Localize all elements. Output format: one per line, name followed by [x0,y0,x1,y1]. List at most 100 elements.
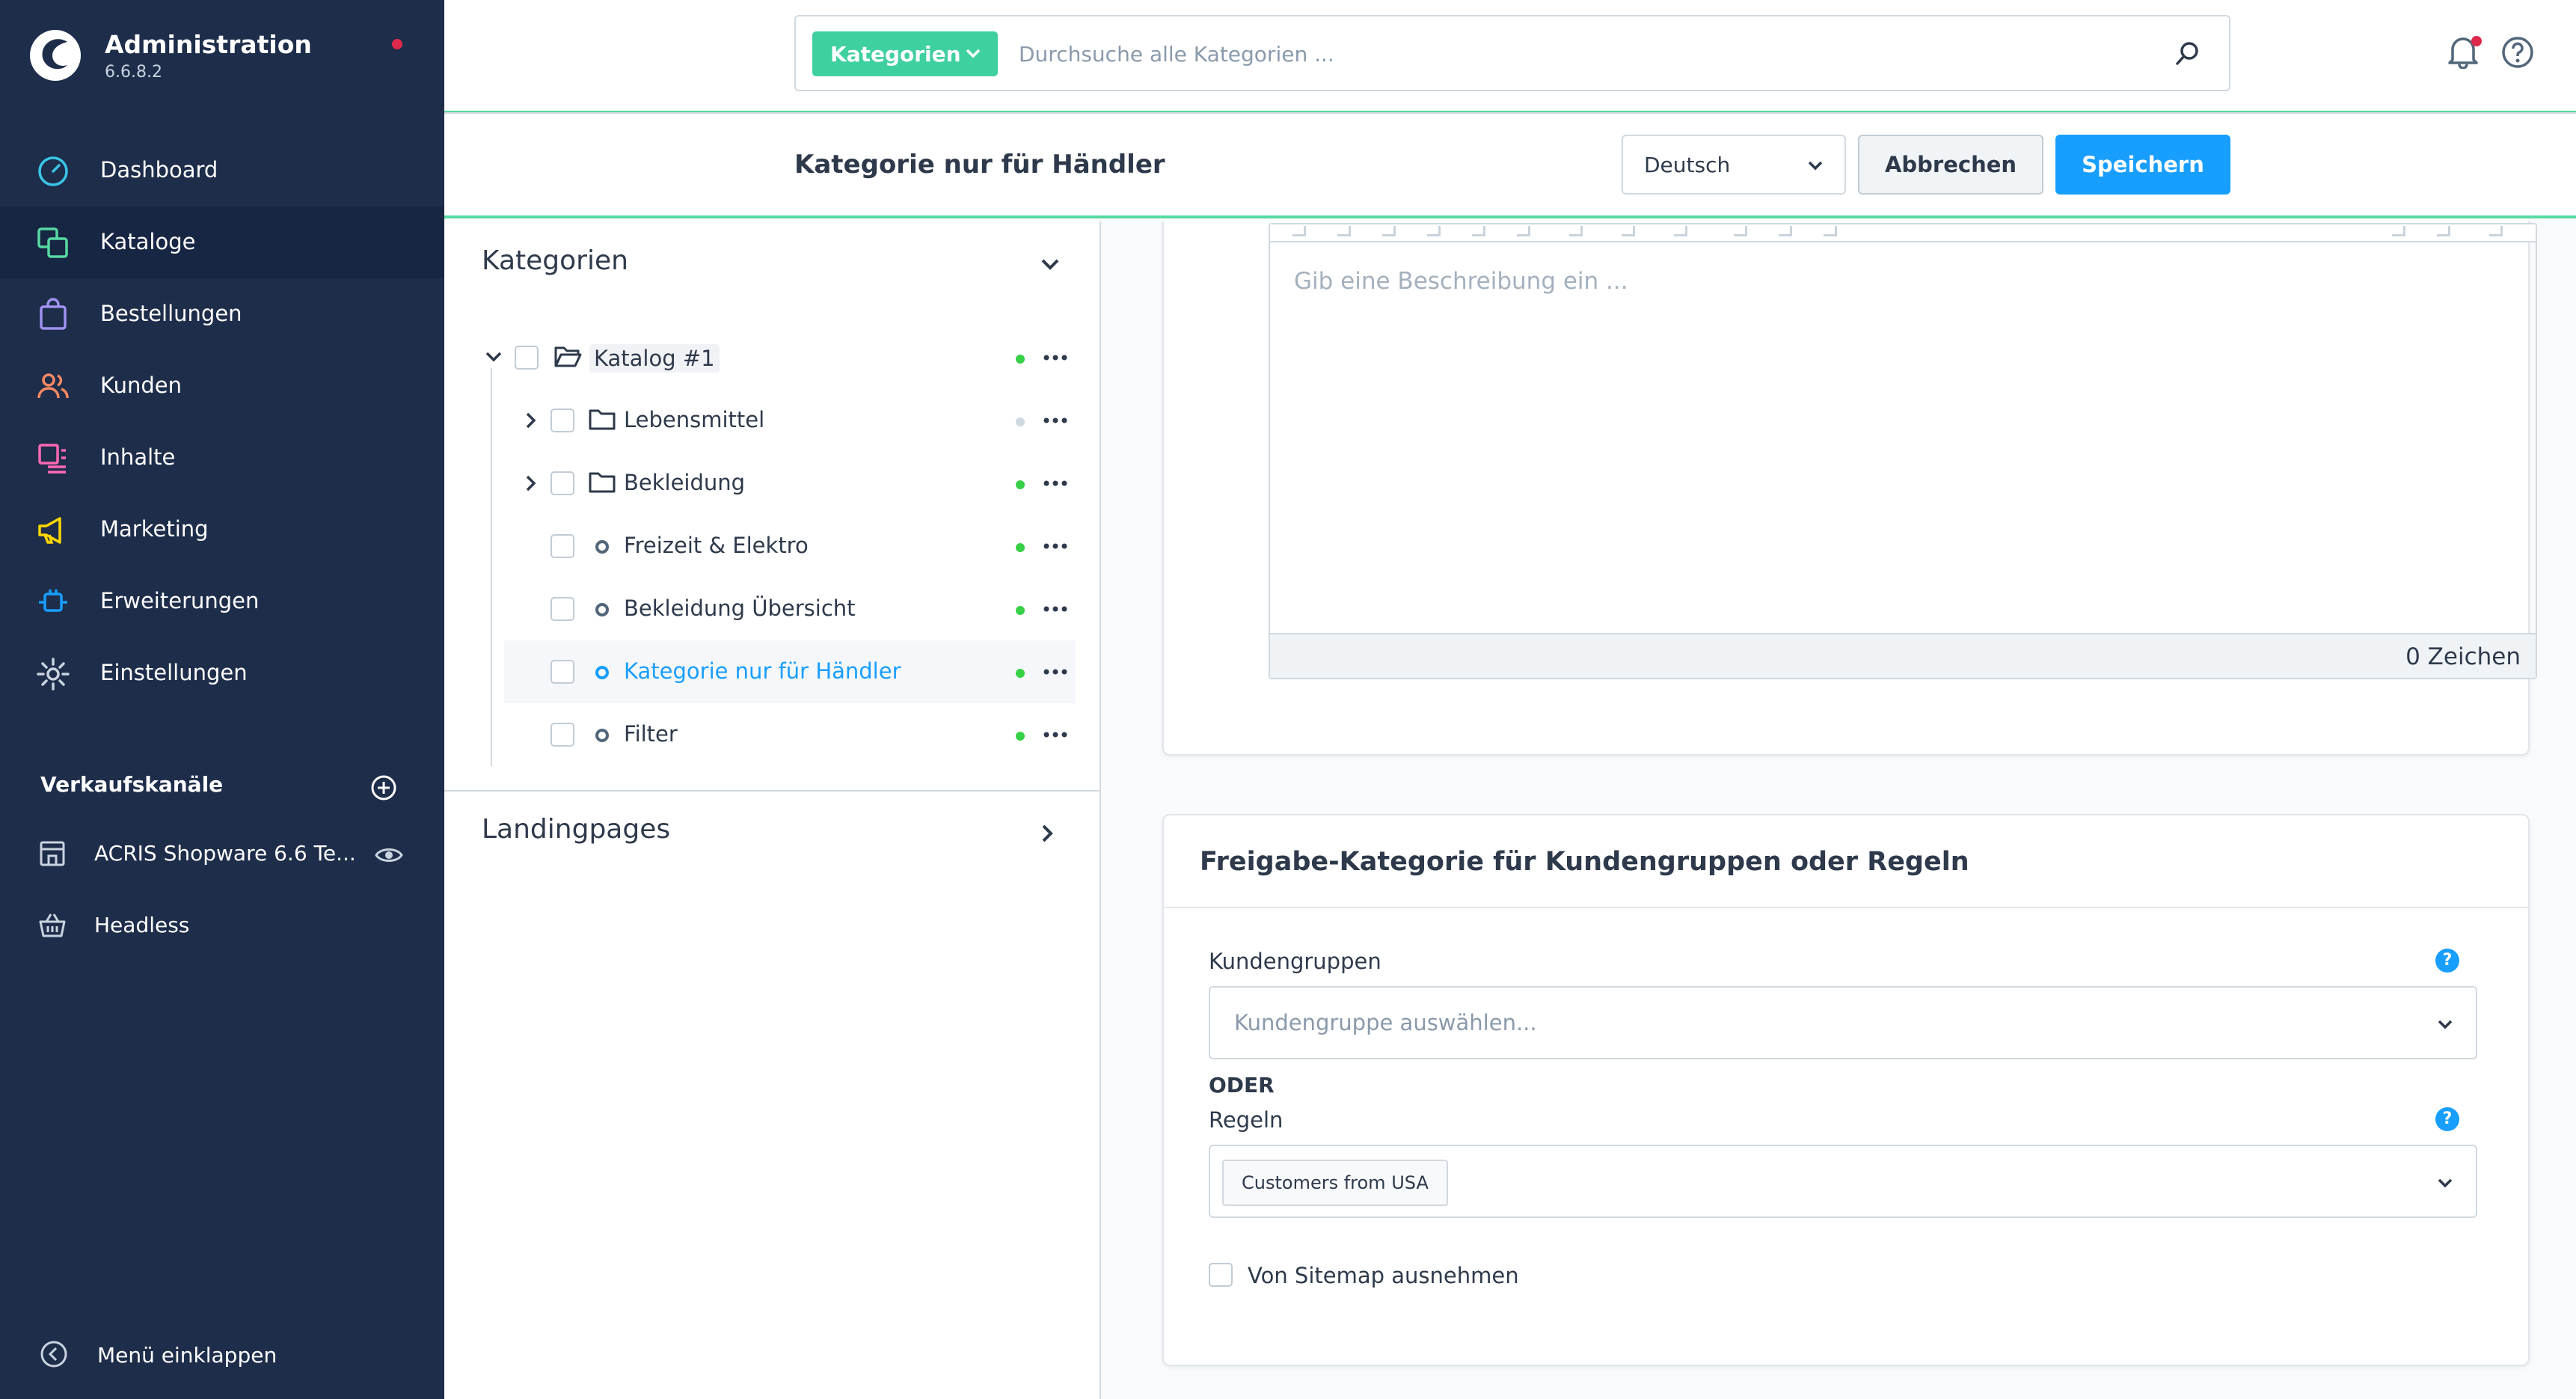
nav-label: Einstellungen [100,660,248,685]
toolbar-button[interactable] [1427,226,1441,236]
sales-channels-heading: Verkaufskanäle [40,772,224,797]
sales-channel-label: ACRIS Shopware 6.6 Te... [94,841,356,866]
toolbar-button[interactable] [1382,226,1396,236]
tree-item-root[interactable]: Katalog #1 [444,326,1101,389]
nav-dashboard[interactable]: Dashboard [0,135,444,206]
status-dot [1016,543,1025,552]
tree-divider [444,790,1101,792]
tree-checkbox[interactable] [551,723,574,747]
help-icon[interactable]: ? [2435,1107,2459,1131]
top-bar: Kategorien [444,0,2576,114]
more-options-icon[interactable] [1043,353,1068,362]
chevron-down-icon[interactable] [485,350,503,365]
sales-channel-label: Headless [94,913,190,937]
tree-checkbox[interactable] [551,408,574,432]
toolbar-button[interactable] [1779,226,1792,236]
nav-label: Dashboard [100,157,218,183]
nav-bestellungen[interactable]: Bestellungen [0,278,444,350]
release-card-title: Freigabe-Kategorie für Kundengruppen ode… [1200,847,1969,877]
tree-item-filter[interactable]: Filter [444,703,1101,766]
chevron-down-icon [2438,1178,2453,1188]
nav-inhalte[interactable]: Inhalte [0,422,444,494]
rule-tag[interactable]: Customers from USA [1222,1160,1448,1206]
sitemap-label: Von Sitemap ausnehmen [1248,1263,1519,1288]
more-options-icon[interactable] [1043,542,1068,551]
sitemap-checkbox[interactable] [1209,1263,1233,1287]
nav-marketing[interactable]: Marketing [0,494,444,566]
toolbar-button[interactable] [1569,226,1583,236]
nav-erweiterungen[interactable]: Erweiterungen [0,566,444,637]
collapse-menu-button[interactable]: Menü einklappen [97,1343,277,1368]
content-icon [38,444,66,474]
tree-checkbox[interactable] [551,660,574,684]
tree-heading: Kategorien [482,245,628,276]
search-type-selector[interactable]: Kategorien [812,31,998,76]
chevron-right-icon[interactable] [524,411,539,429]
toolbar-button[interactable] [1824,226,1837,236]
more-options-icon[interactable] [1043,730,1068,739]
rules-label: Regeln [1209,1107,1284,1133]
help-icon[interactable] [2501,36,2534,69]
tree-item-lebensmittel[interactable]: Lebensmittel [444,389,1101,452]
tree-item-bekleidung-uebersicht[interactable]: Bekleidung Übersicht [444,578,1101,640]
more-options-icon[interactable] [1043,416,1068,425]
more-options-icon[interactable] [1043,604,1068,613]
add-sales-channel-icon[interactable] [369,774,398,802]
nav-kunden[interactable]: Kunden [0,350,444,422]
toolbar-button[interactable] [2437,226,2450,236]
nav-label: Marketing [100,516,209,542]
chevron-down-icon[interactable] [1040,257,1061,272]
language-switch[interactable]: Deutsch [1622,135,1846,195]
tree-item-freizeit[interactable]: Freizeit & Elektro [444,515,1101,578]
collapse-menu-icon[interactable] [39,1339,69,1369]
shopping-bag-icon [40,298,67,330]
cancel-button[interactable]: Abbrechen [1858,135,2043,195]
toolbar-button[interactable] [1472,226,1485,236]
toolbar-button[interactable] [1674,226,1687,236]
toolbar-button[interactable] [1517,226,1530,236]
basket-icon [39,913,66,937]
save-button[interactable]: Speichern [2055,135,2230,195]
shopware-logo-icon[interactable] [28,28,82,82]
more-options-icon[interactable] [1043,667,1068,676]
toolbar-button[interactable] [2392,226,2405,236]
toolbar-button[interactable] [1337,226,1351,236]
nav-label: Kataloge [100,229,196,254]
tree-checkbox[interactable] [551,471,574,495]
tree-item-haendler[interactable]: Kategorie nur für Händler [504,640,1076,703]
nav-kataloge[interactable]: Kataloge [0,206,444,278]
chevron-right-icon[interactable] [1040,823,1055,844]
tree-item-label: Kategorie nur für Händler [624,658,901,684]
customer-groups-select[interactable]: Kundengruppe auswählen... [1209,986,2477,1059]
dashboard-icon [38,156,68,186]
toolbar-button[interactable] [1292,226,1306,236]
global-search: Kategorien [794,15,2230,91]
landingpages-heading[interactable]: Landingpages [482,814,670,845]
search-icon[interactable] [2172,39,2202,69]
text-editor[interactable]: Gib eine Beschreibung ein ... 0 Zeichen [1269,223,2537,679]
tree-item-label: Freizeit & Elektro [624,533,809,558]
status-dot [1016,732,1025,741]
more-options-icon[interactable] [1043,479,1068,488]
chevron-right-icon[interactable] [524,474,539,492]
nav-label: Erweiterungen [100,588,260,613]
help-icon[interactable]: ? [2435,949,2459,973]
notification-badge [2471,36,2482,46]
tree-checkbox[interactable] [551,597,574,621]
topbar-divider [444,112,2576,114]
toolbar-button[interactable] [2489,226,2503,236]
tree-checkbox[interactable] [515,346,539,370]
nav-einstellungen[interactable]: Einstellungen [0,637,444,709]
rules-select[interactable]: Customers from USA [1209,1145,2477,1218]
toolbar-button[interactable] [1734,226,1747,236]
tree-item-label: Filter [624,721,678,747]
tree-item-bekleidung[interactable]: Bekleidung [444,452,1101,515]
customer-groups-placeholder: Kundengruppe auswählen... [1234,1010,1537,1035]
sales-channel-headless[interactable]: Headless [0,896,444,956]
toolbar-button[interactable] [1622,226,1635,236]
app-title: Administration [105,30,312,59]
eye-icon[interactable] [374,844,404,866]
status-dot [1016,669,1025,678]
search-input[interactable] [1019,31,2141,76]
tree-checkbox[interactable] [551,534,574,558]
